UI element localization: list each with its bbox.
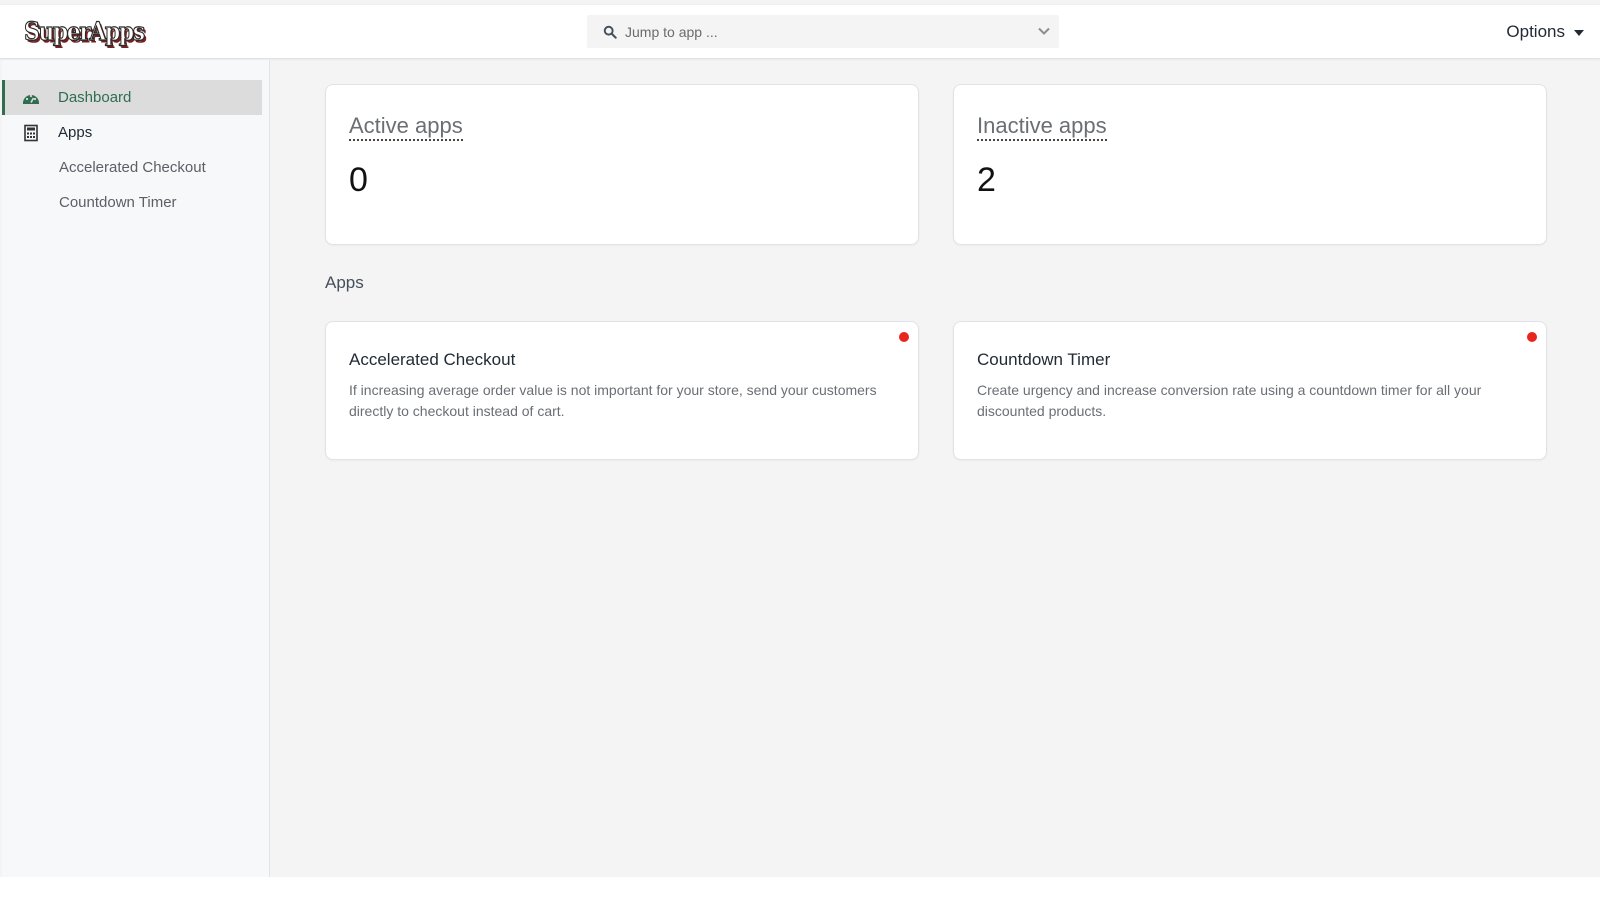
options-dropdown[interactable]: Options: [1506, 22, 1584, 42]
sidebar-subitem-accelerated-checkout[interactable]: Accelerated Checkout: [59, 159, 206, 176]
dashboard-gauge-icon: [22, 89, 40, 107]
apps-section-title: Apps: [325, 273, 364, 292]
chevron-down-icon[interactable]: [1037, 24, 1051, 38]
sidebar-item-label: Apps: [58, 124, 93, 141]
status-indicator-dot: [899, 332, 909, 342]
sidebar: Dashboard Apps Accelerated Checkout Coun…: [2, 60, 270, 877]
app-description: Create urgency and increase conversion r…: [977, 382, 1482, 419]
active-apps-count: 0: [349, 161, 368, 199]
status-indicator-dot: [1527, 332, 1537, 342]
search-icon: [603, 25, 617, 39]
app-card-countdown-timer[interactable]: Countdown Timer Create urgency and incre…: [953, 321, 1547, 460]
sidebar-item-apps[interactable]: Apps: [2, 115, 262, 150]
app-description: If increasing average order value is not…: [349, 382, 877, 419]
sidebar-item-dashboard[interactable]: Dashboard: [2, 80, 262, 115]
jump-to-app-search[interactable]: Jump to app ...: [587, 15, 1059, 48]
inactive-apps-count: 2: [977, 161, 996, 199]
top-bar: SuperApps Jump to app ... Options: [0, 4, 1600, 59]
inactive-apps-card: Inactive apps 2: [953, 84, 1547, 245]
options-label: Options: [1506, 22, 1565, 41]
active-apps-card: Active apps 0: [325, 84, 919, 245]
app-name: Accelerated Checkout: [349, 350, 516, 369]
active-apps-title: Active apps: [349, 113, 463, 141]
search-placeholder: Jump to app ...: [625, 23, 718, 40]
app-card-accelerated-checkout[interactable]: Accelerated Checkout If increasing avera…: [325, 321, 919, 460]
app-name: Countdown Timer: [977, 350, 1111, 369]
superapps-logo[interactable]: SuperApps: [24, 16, 146, 52]
inactive-apps-title: Inactive apps: [977, 113, 1107, 141]
sidebar-subitem-countdown-timer[interactable]: Countdown Timer: [59, 194, 177, 211]
app-frame: SuperApps Jump to app ... Options Dashbo…: [0, 0, 1600, 877]
calculator-icon: [22, 124, 40, 142]
caret-down-icon: [1574, 29, 1584, 36]
sidebar-item-label: Dashboard: [58, 89, 132, 106]
